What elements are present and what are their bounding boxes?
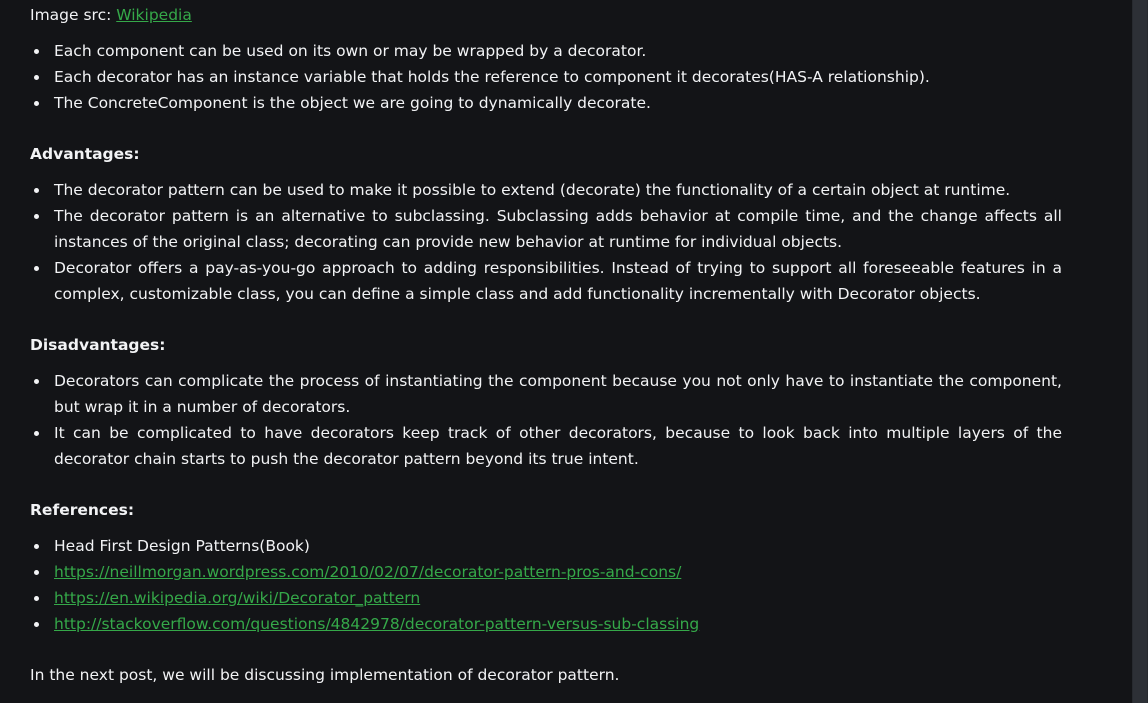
reference-link-item: http://stackoverflow.com/questions/48429…	[34, 611, 1062, 637]
scrollbar-track[interactable]	[1132, 0, 1148, 703]
list-item: Each component can be used on its own or…	[34, 38, 1062, 64]
list-item: The ConcreteComponent is the object we a…	[34, 90, 1062, 116]
reference-link-neillmorgan[interactable]: https://neillmorgan.wordpress.com/2010/0…	[54, 563, 681, 581]
component-points-list: Each component can be used on its own or…	[30, 38, 1062, 116]
reference-link-wikipedia[interactable]: https://en.wikipedia.org/wiki/Decorator_…	[54, 589, 420, 607]
list-item: Decorators can complicate the process of…	[34, 368, 1062, 420]
disadvantages-heading: Disadvantages:	[30, 336, 166, 354]
references-list: Head First Design Patterns(Book) https:/…	[30, 533, 1062, 637]
list-item: The decorator pattern can be used to mak…	[34, 177, 1062, 203]
reference-link-item: https://neillmorgan.wordpress.com/2010/0…	[34, 559, 1062, 585]
image-source-prefix: Image src:	[30, 6, 117, 24]
image-source-link[interactable]: Wikipedia	[116, 6, 192, 24]
references-heading: References:	[30, 501, 135, 519]
scrollbar-thumb[interactable]	[1133, 0, 1147, 703]
reference-book: Head First Design Patterns(Book)	[34, 533, 1062, 559]
reference-link-item: https://en.wikipedia.org/wiki/Decorator_…	[34, 585, 1062, 611]
list-item: Decorator offers a pay-as-you-go approac…	[34, 255, 1062, 307]
list-item: The decorator pattern is an alternative …	[34, 203, 1062, 255]
advantages-heading: Advantages:	[30, 145, 140, 163]
advantages-list: The decorator pattern can be used to mak…	[30, 177, 1062, 307]
article-content: Image src: Wikipedia Each component can …	[30, 2, 1062, 688]
reference-link-stackoverflow[interactable]: http://stackoverflow.com/questions/48429…	[54, 615, 699, 633]
closing-paragraph: In the next post, we will be discussing …	[30, 666, 620, 684]
list-item: Each decorator has an instance variable …	[34, 64, 1062, 90]
image-source-line: Image src: Wikipedia	[30, 2, 1062, 28]
list-item: It can be complicated to have decorators…	[34, 420, 1062, 472]
disadvantages-list: Decorators can complicate the process of…	[30, 368, 1062, 472]
